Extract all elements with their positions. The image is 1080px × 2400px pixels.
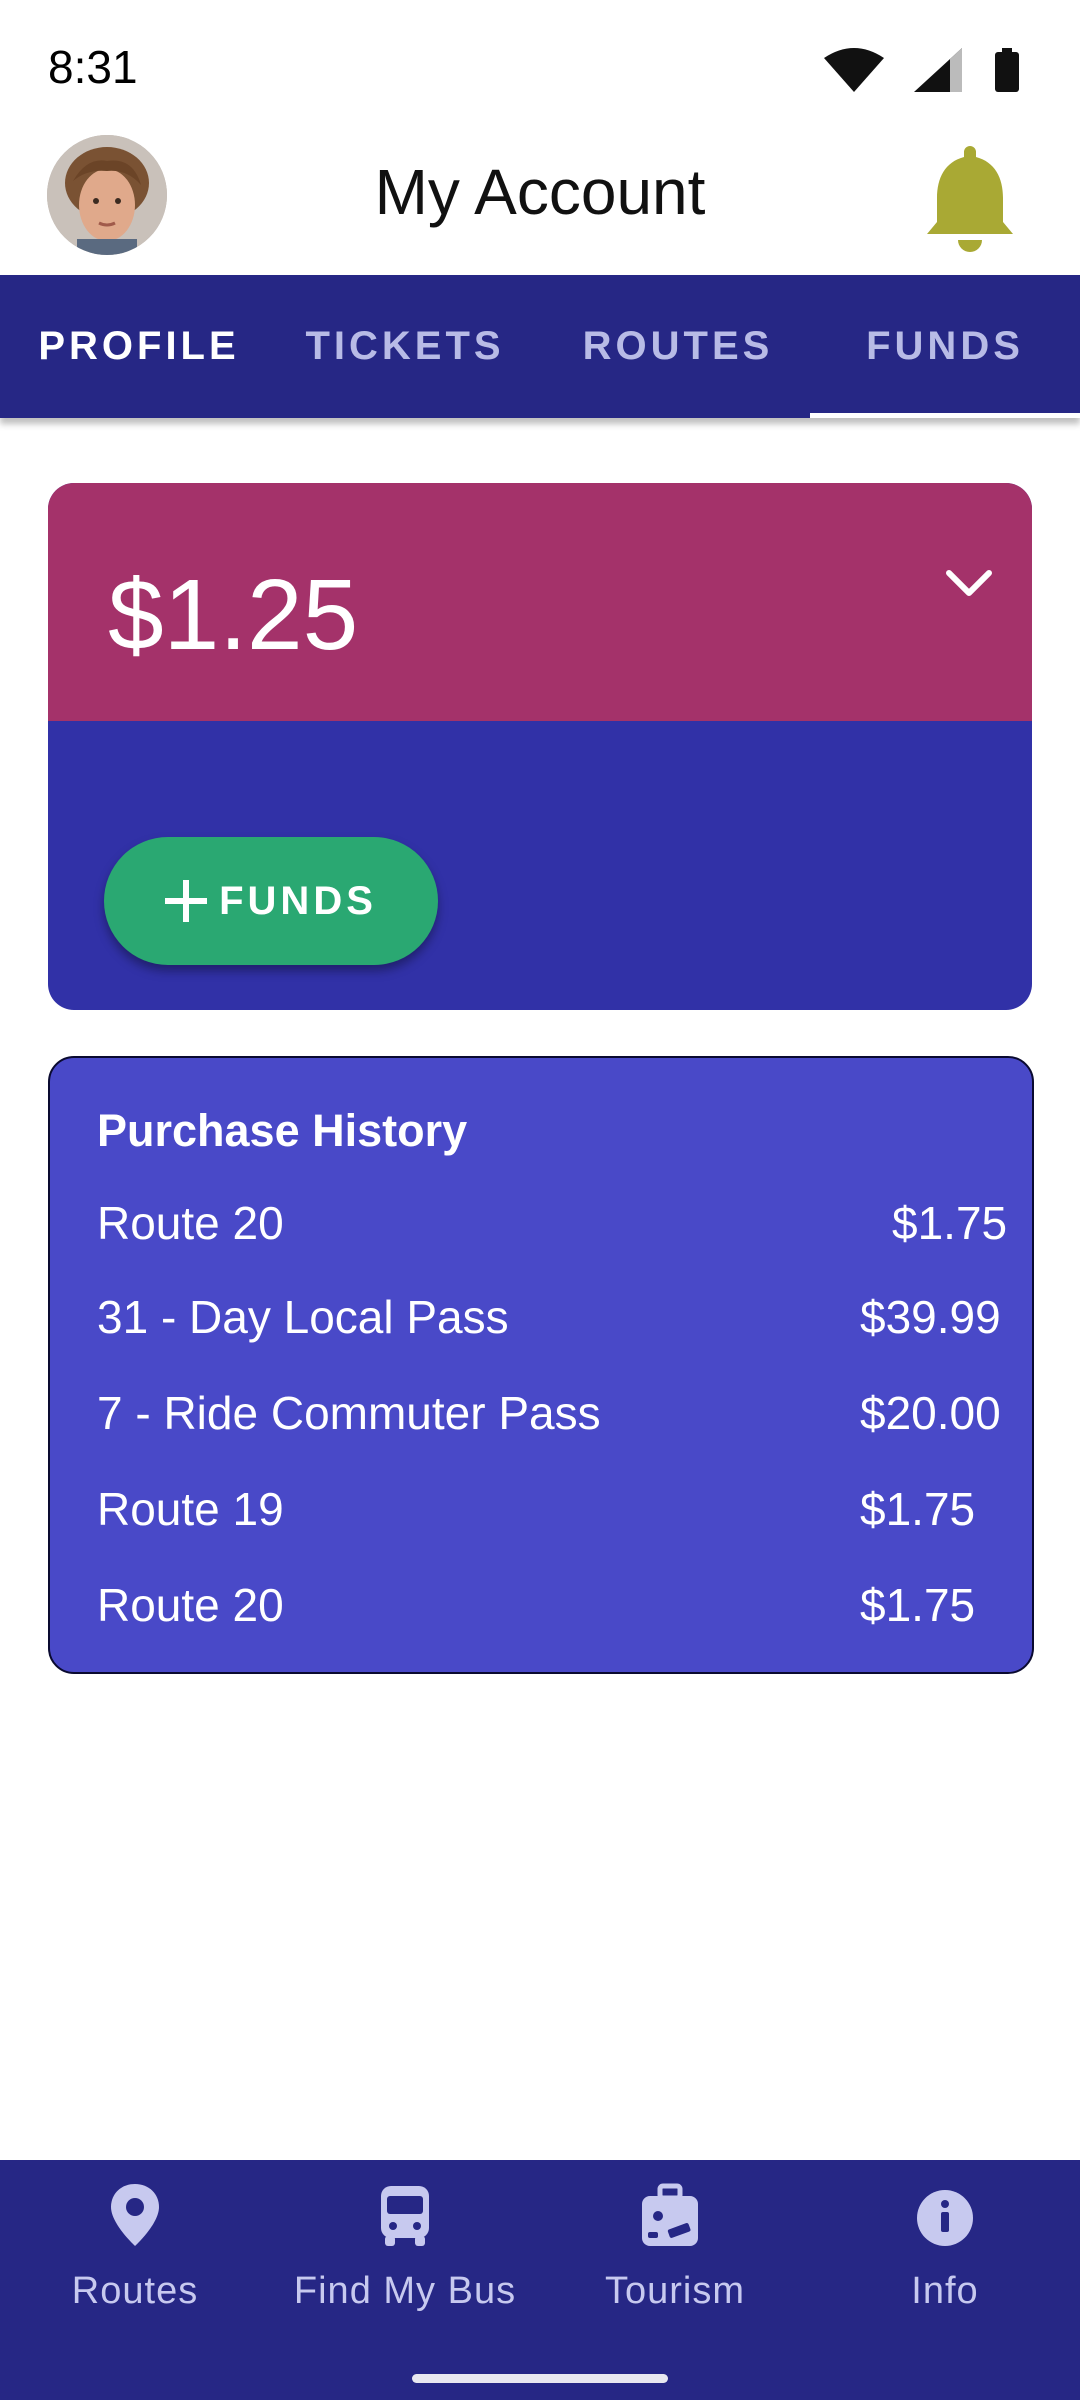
history-item-name: Route 19 [97, 1483, 284, 1535]
bottom-nav: Routes Find My Bus Tourism Info [0, 2160, 1080, 2400]
nav-routes[interactable]: Routes [0, 2160, 270, 2360]
balance-amount: $1.25 [108, 559, 359, 671]
tab-profile[interactable]: PROFILE [0, 275, 278, 418]
history-item-price: $20.00 [860, 1387, 1001, 1439]
nav-label: Tourism [604, 2270, 746, 2312]
home-indicator[interactable] [412, 2374, 668, 2383]
history-row: Route 20 $1.75 [97, 1578, 1017, 1648]
history-item-name: 7 - Ride Commuter Pass [97, 1387, 601, 1439]
nav-label: Routes [71, 2270, 199, 2312]
status-time: 8:31 [48, 41, 138, 93]
funds-card: $1.25 FUNDS [48, 483, 1032, 1010]
page-title: My Account [374, 156, 706, 228]
app-header: My Account [0, 130, 1080, 275]
history-item-name: Route 20 [97, 1579, 284, 1631]
history-item-name: Route 20 [97, 1197, 284, 1249]
history-item-name: 31 - Day Local Pass [97, 1291, 509, 1343]
balance-panel[interactable]: $1.25 [48, 483, 1032, 721]
history-item-price: $1.75 [892, 1197, 1008, 1249]
wifi-icon [824, 48, 884, 92]
info-icon [917, 2190, 973, 2246]
map-pin-icon [111, 2184, 159, 2246]
tab-routes[interactable]: ROUTES [540, 275, 816, 418]
plus-icon [165, 880, 208, 922]
nav-tourism[interactable]: Tourism [540, 2160, 810, 2360]
add-funds-label: FUNDS [219, 878, 377, 923]
bus-icon [381, 2186, 429, 2246]
purchase-history-title: Purchase History [97, 1105, 468, 1156]
status-icons [824, 48, 1020, 92]
signal-icon [914, 48, 962, 92]
history-row: Route 19 $1.75 [97, 1482, 1017, 1552]
nav-label: Find My Bus [293, 2270, 517, 2312]
history-item-price: $1.75 [860, 1483, 976, 1535]
status-bar: 8:31 [0, 0, 1080, 130]
bell-icon[interactable] [925, 142, 1015, 252]
add-funds-button[interactable]: FUNDS [104, 837, 438, 965]
history-row: 31 - Day Local Pass $39.99 [97, 1290, 1017, 1360]
purchase-history-card: Purchase History Route 20 $1.75 31 - Day… [48, 1056, 1034, 1674]
nav-find-my-bus[interactable]: Find My Bus [270, 2160, 540, 2360]
suitcase-icon [642, 2183, 698, 2246]
history-item-price: $39.99 [860, 1291, 1001, 1343]
history-row: Route 20 $1.75 [97, 1196, 1017, 1266]
tab-bar: PROFILE TICKETS ROUTES FUNDS [0, 275, 1080, 418]
history-row: 7 - Ride Commuter Pass $20.00 [97, 1386, 1017, 1456]
active-tab-indicator [810, 413, 1080, 418]
tab-funds[interactable]: FUNDS [810, 275, 1080, 418]
tab-tickets[interactable]: TICKETS [270, 275, 540, 418]
nav-info[interactable]: Info [810, 2160, 1080, 2360]
battery-icon [995, 48, 1019, 92]
nav-label: Info [911, 2270, 979, 2312]
chevron-down-icon[interactable] [943, 563, 995, 603]
history-item-price: $1.75 [860, 1579, 976, 1631]
